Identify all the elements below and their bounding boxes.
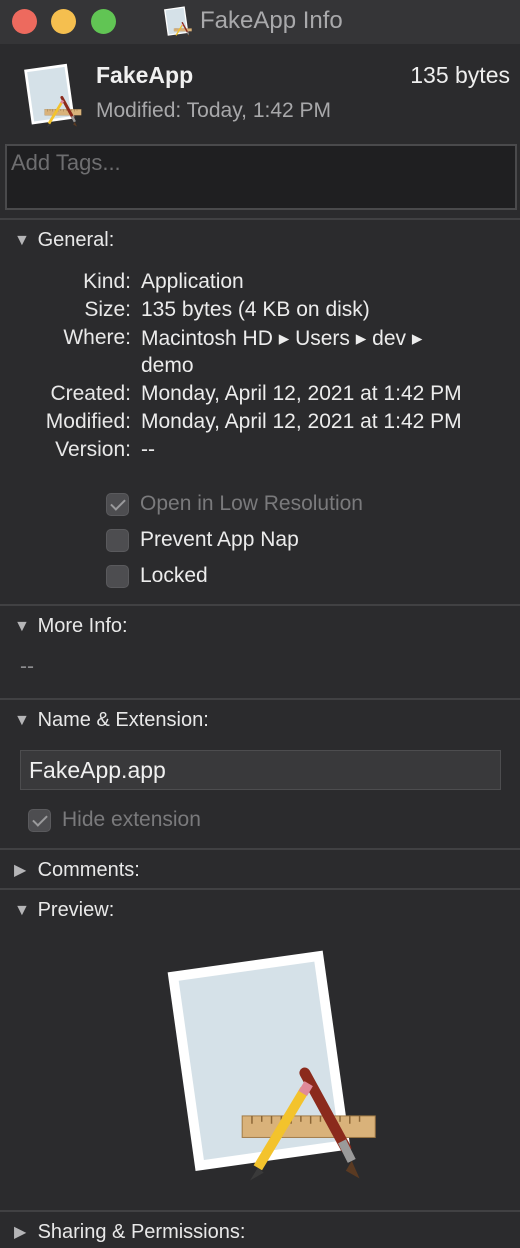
disclosure-triangle-right-icon[interactable]: ▶ (14, 860, 32, 880)
name-extension-field[interactable]: FakeApp.app (20, 750, 501, 790)
prevent-app-nap-checkbox-row[interactable]: Prevent App Nap (106, 528, 299, 552)
prevent-app-nap-checkbox[interactable] (106, 528, 129, 552)
minimize-window-button[interactable] (51, 9, 76, 34)
app-bundle-icon (163, 5, 193, 38)
modified-label: Modified: (45, 410, 131, 433)
where-value: Macintosh HD ▸ Users ▸ dev ▸ (141, 327, 423, 350)
disclosure-triangle-down-icon[interactable]: ▼ (14, 712, 32, 730)
divider (0, 1210, 520, 1212)
section-general-label: General: (37, 229, 115, 251)
size-label: Size: (84, 298, 131, 321)
version-value: -- (141, 438, 155, 461)
created-label: Created: (50, 382, 131, 405)
section-name-extension-label: Name & Extension: (37, 709, 209, 731)
section-general-header[interactable]: ▼ General: (14, 229, 114, 252)
section-more-info-label: More Info: (37, 615, 128, 637)
section-comments-label: Comments: (37, 859, 140, 881)
section-name-extension-header[interactable]: ▼ Name & Extension: (14, 709, 209, 732)
created-value: Monday, April 12, 2021 at 1:42 PM (141, 382, 462, 405)
locked-checkbox[interactable] (106, 564, 129, 588)
locked-label[interactable]: Locked (140, 564, 208, 588)
section-sharing-permissions-label: Sharing & Permissions: (37, 1221, 246, 1243)
hide-extension-checkbox-row: Hide extension (28, 808, 201, 832)
disclosure-triangle-down-icon[interactable]: ▼ (14, 232, 32, 250)
close-window-button[interactable] (12, 9, 37, 34)
modified-value: Monday, April 12, 2021 at 1:42 PM (141, 410, 462, 433)
divider (0, 848, 520, 850)
section-preview-header[interactable]: ▼ Preview: (14, 899, 114, 922)
hide-extension-checkbox (28, 808, 51, 832)
open-low-resolution-label: Open in Low Resolution (140, 492, 363, 515)
version-label: Version: (55, 438, 131, 461)
disclosure-triangle-down-icon[interactable]: ▼ (14, 902, 32, 920)
kind-label: Kind: (83, 270, 131, 293)
open-low-resolution-checkbox-row: Open in Low Resolution (106, 492, 363, 516)
section-more-info-header[interactable]: ▼ More Info: (14, 615, 128, 638)
size-value: 135 bytes (4 KB on disk) (141, 298, 370, 321)
divider (0, 218, 520, 220)
zoom-window-button[interactable] (91, 9, 116, 34)
divider (0, 604, 520, 606)
app-modified-date: Modified: Today, 1:42 PM (96, 99, 332, 122)
disclosure-triangle-down-icon[interactable]: ▼ (14, 618, 32, 636)
section-comments-header[interactable]: ▶ Comments: (14, 859, 140, 882)
window-title: FakeApp Info (200, 7, 343, 34)
tags-placeholder: Add Tags... (11, 150, 121, 175)
disclosure-triangle-right-icon[interactable]: ▶ (14, 1222, 32, 1242)
more-info-value: -- (20, 655, 34, 678)
open-low-resolution-checkbox (106, 492, 129, 516)
app-bundle-icon (160, 945, 385, 1190)
divider (0, 888, 520, 890)
where-value-continued: demo (141, 354, 194, 377)
prevent-app-nap-label[interactable]: Prevent App Nap (140, 528, 299, 552)
where-label: Where: (63, 326, 131, 349)
app-name: FakeApp (96, 62, 194, 88)
kind-value: Application (141, 270, 244, 293)
section-preview-label: Preview: (37, 899, 115, 921)
app-size: 135 bytes (410, 62, 510, 88)
section-sharing-permissions-header[interactable]: ▶ Sharing & Permissions: (14, 1221, 245, 1244)
hide-extension-label: Hide extension (62, 808, 201, 831)
locked-checkbox-row[interactable]: Locked (106, 564, 208, 588)
app-bundle-icon (22, 62, 83, 129)
tags-field[interactable]: Add Tags... (5, 144, 517, 210)
title-bar: FakeApp Info (0, 0, 520, 44)
divider (0, 698, 520, 700)
name-extension-value[interactable]: FakeApp.app (29, 757, 166, 784)
